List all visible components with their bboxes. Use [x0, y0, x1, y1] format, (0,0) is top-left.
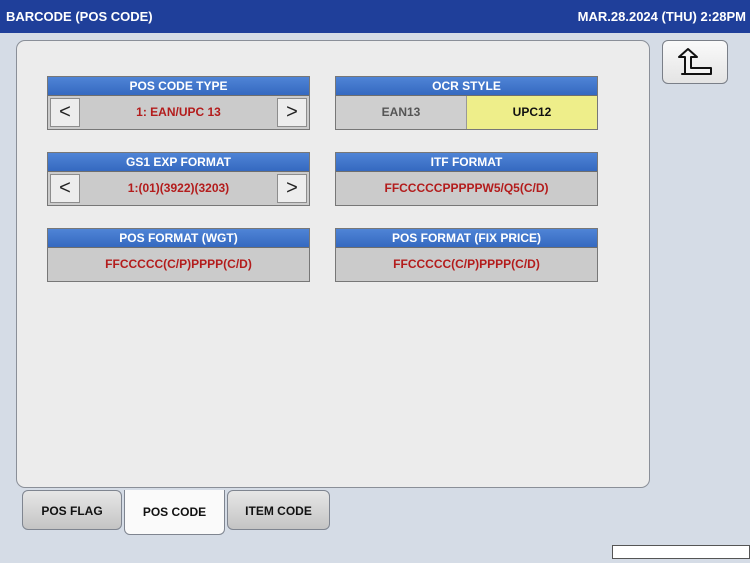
pos-code-type-next-button[interactable]: >	[277, 98, 307, 127]
gs1-exp-format-next-button[interactable]: >	[277, 174, 307, 203]
window-title: BARCODE (POS CODE)	[6, 9, 153, 24]
tab-pos-code[interactable]: POS CODE	[124, 490, 225, 535]
pos-format-wgt-value: FFCCCCC(C/P)PPPP(C/D)	[105, 257, 252, 271]
ocr-style-option-upc12[interactable]: UPC12	[467, 96, 597, 129]
pos-format-wgt-group[interactable]: POS FORMAT (WGT) FFCCCCC(C/P)PPPP(C/D)	[47, 228, 310, 282]
pos-format-wgt-field[interactable]: FFCCCCC(C/P)PPPP(C/D)	[48, 248, 309, 281]
back-button[interactable]	[662, 40, 728, 84]
pos-code-type-value: 1: EAN/UPC 13	[136, 105, 221, 119]
settings-panel: POS CODE TYPE < 1: EAN/UPC 13 > OCR STYL…	[16, 40, 650, 488]
datetime-display: MAR.28.2024 (THU) 2:28PM	[577, 9, 746, 24]
pos-code-type-selector: < 1: EAN/UPC 13 >	[48, 96, 309, 129]
gs1-exp-format-value: 1:(01)(3922)(3203)	[127, 181, 230, 195]
itf-format-group[interactable]: ITF FORMAT FFCCCCCPPPPPW5/Q5(C/D)	[335, 152, 598, 206]
gs1-exp-format-prev-button[interactable]: <	[50, 174, 80, 203]
pos-code-type-group: POS CODE TYPE < 1: EAN/UPC 13 >	[47, 76, 310, 130]
pos-format-wgt-label: POS FORMAT (WGT)	[48, 229, 309, 248]
gs1-exp-format-selector: < 1:(01)(3922)(3203) >	[48, 172, 309, 205]
ocr-style-group: OCR STYLE EAN13 UPC12	[335, 76, 598, 130]
pos-format-fix-price-value: FFCCCCC(C/P)PPPP(C/D)	[393, 257, 540, 271]
status-box	[612, 545, 750, 559]
itf-format-field[interactable]: FFCCCCCPPPPPW5/Q5(C/D)	[336, 172, 597, 205]
tab-pos-flag[interactable]: POS FLAG	[22, 490, 122, 530]
ocr-style-option-ean13[interactable]: EAN13	[336, 96, 467, 129]
itf-format-label: ITF FORMAT	[336, 153, 597, 172]
title-bar: BARCODE (POS CODE) MAR.28.2024 (THU) 2:2…	[0, 0, 750, 33]
ocr-style-label: OCR STYLE	[336, 77, 597, 96]
pos-format-fix-price-group[interactable]: POS FORMAT (FIX PRICE) FFCCCCC(C/P)PPPP(…	[335, 228, 598, 282]
pos-format-fix-price-field[interactable]: FFCCCCC(C/P)PPPP(C/D)	[336, 248, 597, 281]
ocr-style-selector: EAN13 UPC12	[336, 96, 597, 129]
gs1-exp-format-group: GS1 EXP FORMAT < 1:(01)(3922)(3203) >	[47, 152, 310, 206]
itf-format-value: FFCCCCCPPPPPW5/Q5(C/D)	[384, 181, 549, 195]
pos-format-fix-price-label: POS FORMAT (FIX PRICE)	[336, 229, 597, 248]
tab-item-code[interactable]: ITEM CODE	[227, 490, 330, 530]
pos-code-type-label: POS CODE TYPE	[48, 77, 309, 96]
pos-code-type-prev-button[interactable]: <	[50, 98, 80, 127]
return-arrow-icon	[678, 48, 712, 75]
gs1-exp-format-label: GS1 EXP FORMAT	[48, 153, 309, 172]
